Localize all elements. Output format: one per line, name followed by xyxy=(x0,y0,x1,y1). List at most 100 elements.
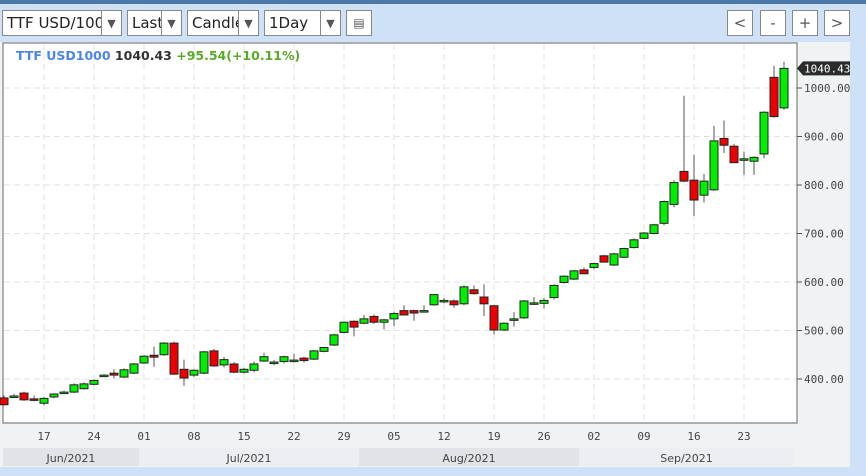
candle-up xyxy=(389,313,399,320)
candle-down xyxy=(679,170,689,182)
candle-down xyxy=(479,296,489,305)
month-label: Aug/2021 xyxy=(442,452,495,465)
candle-down xyxy=(169,342,179,375)
x-tick-label: 01 xyxy=(137,430,150,443)
candle-up xyxy=(69,384,79,393)
candle-up xyxy=(459,286,469,305)
candle-up xyxy=(509,318,519,321)
candlestick-chart[interactable]: Jun/2021 Jul/2021 Aug/2021 Sep/2021 17 24 01 0… xyxy=(0,0,866,476)
candle-up xyxy=(639,232,649,239)
legend-last-price: 1040.43 xyxy=(114,48,172,63)
candle-down xyxy=(179,368,189,379)
candle-down xyxy=(769,76,779,118)
candle-up xyxy=(329,334,339,346)
y-tick-label: 700.00 xyxy=(804,228,844,241)
candle-up xyxy=(59,391,69,395)
candle-up xyxy=(589,263,599,268)
candle-up xyxy=(99,374,109,378)
candle-down xyxy=(489,305,499,331)
candle-up xyxy=(199,351,209,374)
candle-up xyxy=(499,322,509,331)
candle-down xyxy=(109,372,119,376)
candle-down xyxy=(689,179,699,201)
y-tick-label: 500.00 xyxy=(804,325,844,338)
candle-up xyxy=(549,284,559,299)
candle-down xyxy=(399,310,409,316)
candle-up xyxy=(699,180,709,196)
candle-down xyxy=(19,392,29,401)
candle-up xyxy=(159,342,169,356)
candle-up xyxy=(119,369,129,378)
candle-up xyxy=(129,363,139,374)
candle-down xyxy=(369,315,379,323)
y-tick-label: 600.00 xyxy=(804,276,844,289)
candle-up xyxy=(419,310,429,313)
candle-up xyxy=(379,319,389,323)
x-tick-label: 24 xyxy=(87,430,101,443)
candle-up xyxy=(429,294,439,306)
last-price-label: 1040.43 xyxy=(804,62,850,75)
candle-down xyxy=(299,357,309,362)
candle-down xyxy=(229,363,239,373)
candle-up xyxy=(259,356,269,362)
y-tick-label: 1000.00 xyxy=(804,82,850,95)
y-tick-label: 900.00 xyxy=(804,131,844,144)
candle-up xyxy=(759,111,769,155)
candle-up xyxy=(279,356,289,363)
x-tick-label: 12 xyxy=(437,430,450,443)
candle-up xyxy=(629,239,639,249)
candle-up xyxy=(339,321,349,333)
x-tick-label: 09 xyxy=(637,430,650,443)
candle-up xyxy=(189,369,199,376)
candle-up xyxy=(659,200,669,224)
month-label: Jul/2021 xyxy=(226,452,272,465)
x-tick-label: 08 xyxy=(187,430,200,443)
x-tick-label: 29 xyxy=(337,430,350,443)
candle-up xyxy=(139,355,149,364)
candle-up xyxy=(619,248,629,258)
y-tick-label: 400.00 xyxy=(804,373,844,386)
candle-up xyxy=(709,140,719,191)
x-tick-label: 15 xyxy=(237,430,250,443)
candle-down xyxy=(349,320,359,328)
candle-up xyxy=(79,383,89,390)
candle-up xyxy=(609,253,619,266)
candle-down xyxy=(0,397,9,406)
candle-up xyxy=(539,299,549,304)
x-tick-label: 26 xyxy=(537,430,550,443)
candle-down xyxy=(149,354,159,358)
candle-up xyxy=(529,302,539,305)
legend-symbol: TTF USD1000 xyxy=(16,48,111,63)
candle-up xyxy=(49,393,59,398)
candle-up xyxy=(439,299,449,303)
candle-down xyxy=(409,310,419,314)
month-label: Jun/2021 xyxy=(46,452,96,465)
x-tick-label: 02 xyxy=(587,430,600,443)
month-label: Sep/2021 xyxy=(660,452,712,465)
candle-up xyxy=(319,346,329,352)
candle-down xyxy=(469,289,479,295)
y-tick-label: 800.00 xyxy=(804,179,844,192)
candle-up xyxy=(749,156,759,162)
candle-up xyxy=(289,359,299,363)
candle-up xyxy=(309,350,319,360)
candle-up xyxy=(239,368,249,373)
x-tick-label: 16 xyxy=(687,430,700,443)
x-tick-label: 19 xyxy=(487,430,500,443)
candle-up xyxy=(569,270,579,280)
candle-up xyxy=(359,318,369,324)
candle-up xyxy=(559,275,569,283)
candle-up xyxy=(9,395,19,398)
candle-up xyxy=(779,67,789,109)
candle-down xyxy=(719,137,729,146)
x-tick-label: 22 xyxy=(287,430,300,443)
candle-down xyxy=(29,398,39,401)
candle-up xyxy=(519,300,529,319)
x-tick-label: 17 xyxy=(37,430,50,443)
legend-change: +95.54(+10.11%) xyxy=(176,48,301,63)
chart-legend: TTF USD1000 1040.43 +95.54(+10.11%) xyxy=(16,48,300,63)
candle-up xyxy=(89,379,99,385)
candle-down xyxy=(209,350,219,367)
x-tick-label: 23 xyxy=(737,430,750,443)
x-tick-label: 05 xyxy=(387,430,400,443)
